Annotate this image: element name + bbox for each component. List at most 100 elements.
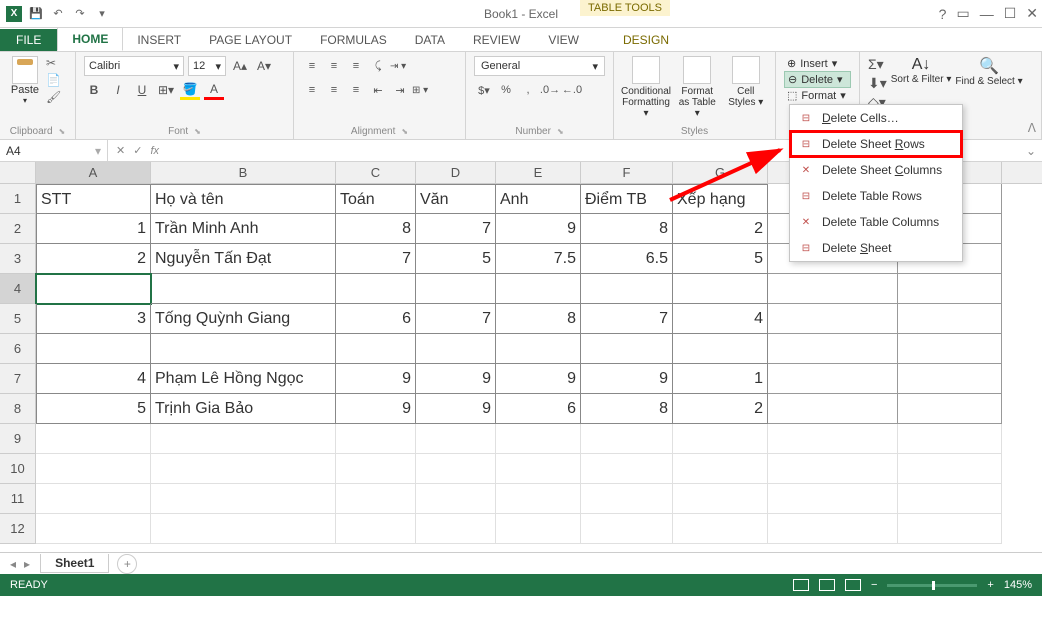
cell[interactable]: 4: [673, 304, 768, 334]
cell[interactable]: Toán: [336, 184, 416, 214]
normal-view-icon[interactable]: [793, 579, 809, 591]
align-left-icon[interactable]: ≡: [302, 80, 322, 100]
underline-button[interactable]: U: [132, 80, 152, 100]
delete-cells-button[interactable]: ⊖Delete ▾: [784, 71, 851, 88]
cell[interactable]: Trần Minh Anh: [151, 214, 336, 244]
cell[interactable]: 1: [36, 214, 151, 244]
cell[interactable]: [151, 424, 336, 454]
cell[interactable]: 2: [673, 394, 768, 424]
maximize-icon[interactable]: ☐: [1004, 5, 1017, 22]
cell[interactable]: 6: [496, 394, 581, 424]
close-icon[interactable]: ✕: [1026, 5, 1038, 22]
cell[interactable]: [581, 514, 673, 544]
cell[interactable]: 8: [496, 304, 581, 334]
cell[interactable]: [673, 334, 768, 364]
enter-fx-icon[interactable]: ✓: [133, 144, 142, 157]
cell[interactable]: [898, 304, 1002, 334]
col-header[interactable]: G: [673, 162, 768, 183]
cell-styles-button[interactable]: Cell Styles ▾: [725, 56, 768, 119]
cell[interactable]: 9: [581, 364, 673, 394]
tab-file[interactable]: FILE: [0, 29, 57, 51]
menu-delete-table-rows[interactable]: ⊟Delete Table Rows: [790, 183, 962, 209]
cell[interactable]: [36, 484, 151, 514]
cancel-fx-icon[interactable]: ✕: [116, 144, 125, 157]
cell[interactable]: [496, 514, 581, 544]
select-all-corner[interactable]: [0, 162, 36, 183]
cell[interactable]: [768, 334, 898, 364]
number-format-select[interactable]: General▾: [474, 56, 605, 76]
cell[interactable]: 7: [416, 214, 496, 244]
align-right-icon[interactable]: ≡: [346, 80, 366, 100]
dialog-launcher-icon[interactable]: ⬊: [557, 127, 564, 136]
cell[interactable]: [898, 454, 1002, 484]
cell[interactable]: [768, 514, 898, 544]
row-header[interactable]: 6: [0, 334, 36, 364]
cell[interactable]: 8: [581, 394, 673, 424]
sheet-tab[interactable]: Sheet1: [40, 554, 109, 573]
cell[interactable]: [36, 514, 151, 544]
cell[interactable]: Nguyễn Tấn Đạt: [151, 244, 336, 274]
cell[interactable]: [898, 334, 1002, 364]
cell[interactable]: Xếp hạng: [673, 184, 768, 214]
format-painter-icon[interactable]: 🖌: [46, 90, 61, 104]
cell[interactable]: [768, 364, 898, 394]
align-middle-icon[interactable]: ≡: [324, 56, 344, 76]
font-name-select[interactable]: Calibri▾: [84, 56, 184, 76]
cell[interactable]: [36, 454, 151, 484]
cell[interactable]: 6: [336, 304, 416, 334]
cell[interactable]: 6.5: [581, 244, 673, 274]
sort-filter-button[interactable]: A↓Sort & Filter ▾: [891, 56, 952, 111]
col-header[interactable]: E: [496, 162, 581, 183]
cell[interactable]: [898, 394, 1002, 424]
row-header[interactable]: 7: [0, 364, 36, 394]
cell[interactable]: [416, 424, 496, 454]
cell[interactable]: [416, 334, 496, 364]
cell[interactable]: [768, 394, 898, 424]
cell[interactable]: [898, 274, 1002, 304]
font-size-select[interactable]: 12▾: [188, 56, 226, 76]
cell[interactable]: [336, 424, 416, 454]
row-header[interactable]: 10: [0, 454, 36, 484]
cell[interactable]: [768, 424, 898, 454]
cell[interactable]: [151, 514, 336, 544]
cell[interactable]: [36, 274, 151, 304]
wrap-text-button[interactable]: ⇥ ▾: [390, 56, 406, 76]
insert-cells-button[interactable]: ⊕Insert ▾: [784, 56, 851, 71]
cell[interactable]: Anh: [496, 184, 581, 214]
align-bottom-icon[interactable]: ≡: [346, 56, 366, 76]
menu-delete-table-columns[interactable]: ✕Delete Table Columns: [790, 209, 962, 235]
redo-icon[interactable]: ↷: [72, 6, 88, 22]
cell[interactable]: [416, 484, 496, 514]
cell[interactable]: 5: [36, 394, 151, 424]
cell[interactable]: [898, 424, 1002, 454]
cut-icon[interactable]: ✂: [46, 56, 61, 70]
cell[interactable]: [768, 304, 898, 334]
borders-button[interactable]: ⊞▾: [156, 80, 176, 100]
col-header[interactable]: D: [416, 162, 496, 183]
cell[interactable]: 2: [36, 244, 151, 274]
cell[interactable]: 7.5: [496, 244, 581, 274]
cell[interactable]: 7: [581, 304, 673, 334]
cell[interactable]: 3: [36, 304, 151, 334]
tab-view[interactable]: VIEW: [534, 29, 593, 51]
cell[interactable]: 5: [673, 244, 768, 274]
col-header[interactable]: B: [151, 162, 336, 183]
cell[interactable]: [898, 484, 1002, 514]
minimize-icon[interactable]: —: [980, 6, 994, 22]
cell[interactable]: [496, 484, 581, 514]
col-header[interactable]: A: [36, 162, 151, 183]
cell[interactable]: 8: [581, 214, 673, 244]
percent-icon[interactable]: %: [496, 80, 516, 100]
row-header[interactable]: 9: [0, 424, 36, 454]
collapse-ribbon-icon[interactable]: ᐱ: [1028, 121, 1036, 135]
expand-formula-bar-icon[interactable]: ⌄: [1020, 144, 1042, 158]
cell[interactable]: [768, 274, 898, 304]
row-header[interactable]: 12: [0, 514, 36, 544]
cell[interactable]: [36, 424, 151, 454]
row-header[interactable]: 8: [0, 394, 36, 424]
cell[interactable]: [151, 454, 336, 484]
cell[interactable]: 9: [416, 364, 496, 394]
dialog-launcher-icon[interactable]: ⬊: [401, 127, 408, 136]
copy-icon[interactable]: 📄: [46, 73, 61, 87]
cell[interactable]: [336, 514, 416, 544]
